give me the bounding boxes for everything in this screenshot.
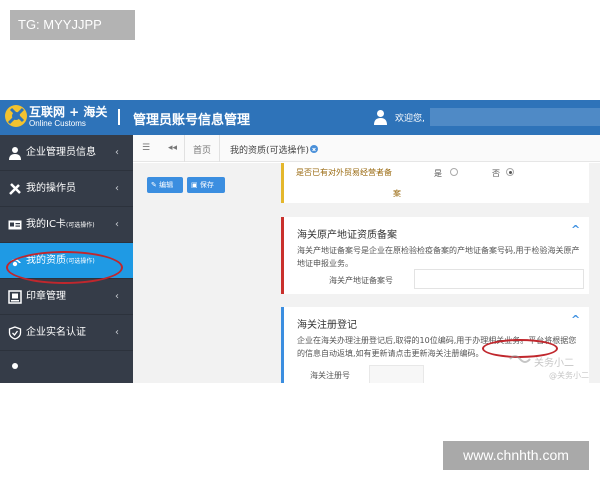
tab-bar: ☰ ◂◂ 首页 我的资质(可选操作)	[133, 135, 600, 162]
tab-home[interactable]: 首页	[193, 143, 211, 156]
logo-text-en: Online Customs	[29, 119, 86, 128]
radio-yes[interactable]	[450, 168, 458, 176]
chevron-up-icon[interactable]: ^	[571, 223, 580, 236]
sidebar-item-ic-card[interactable]: 我的IC卡(可选操作) ‹	[0, 207, 133, 243]
tools-icon	[9, 183, 21, 195]
tab-divider	[219, 135, 220, 162]
save-button[interactable]: ▣ 保存	[187, 177, 225, 193]
top-header: 互联网 + 海关 Online Customs 管理员账号信息管理 欢迎您,	[0, 100, 600, 135]
sidebar-item-admin-info[interactable]: 企业管理员信息 ‹	[0, 135, 133, 171]
origin-cert-input[interactable]	[414, 269, 584, 289]
radio-yes-label: 是	[434, 169, 442, 178]
watermark-handle: @关务小二	[549, 371, 589, 380]
welcome-text: 欢迎您,	[395, 114, 425, 124]
section-description: 海关产地证备案号是企业在原检验检疫备案的产地证备案号码,用于检验海关原产地证申报…	[297, 246, 580, 268]
sidebar-item-realname-auth[interactable]: 企业实名认证 ‹	[0, 315, 133, 351]
customs-emblem-icon	[5, 105, 27, 127]
section-title: 海关原产地证资质备案	[297, 230, 397, 241]
tab-qualification[interactable]: 我的资质(可选操作)	[230, 143, 309, 156]
sidebar-item-operators[interactable]: 我的操作员 ‹	[0, 171, 133, 207]
save-icon: ▣	[191, 181, 198, 189]
watermark-logo-icon	[509, 355, 531, 363]
sidebar-item-label: 我的IC卡	[26, 219, 66, 230]
origin-cert-label: 海关产地证备案号	[329, 276, 393, 285]
customs-reg-label: 海关注册号	[310, 371, 350, 380]
chevron-up-icon[interactable]: ^	[571, 313, 580, 326]
user-avatar-icon[interactable]	[373, 109, 388, 125]
header-divider	[118, 109, 120, 125]
chevron-left-icon: ‹	[115, 327, 119, 338]
sidebar-item-label: 我的操作员	[26, 183, 76, 194]
username-redacted	[430, 108, 600, 126]
chevron-left-icon: ‹	[115, 183, 119, 194]
sidebar-item-label: 企业管理员信息	[26, 147, 96, 158]
tab-divider	[184, 135, 185, 162]
annotation-ellipse	[6, 251, 123, 284]
foreign-trade-question-cont: 案	[393, 189, 401, 198]
edit-icon: ✎	[151, 181, 157, 189]
radio-no[interactable]	[506, 168, 514, 176]
chevron-left-icon: ‹	[115, 291, 119, 302]
edit-button[interactable]: ✎ 编辑	[147, 177, 183, 193]
site-badge: www.chnhth.com	[443, 441, 589, 470]
user-icon	[9, 147, 21, 160]
sidebar-item-label: 企业实名认证	[26, 327, 86, 338]
menu-toggle-icon[interactable]: ☰	[142, 143, 150, 153]
close-tab-icon[interactable]	[310, 145, 318, 153]
radio-no-label: 否	[492, 169, 500, 178]
double-chevron-left-icon[interactable]: ◂◂	[168, 143, 177, 153]
sidebar-item-label: 印章管理	[26, 291, 66, 302]
logo-text-cn: 互联网 + 海关	[29, 105, 108, 119]
shield-icon	[8, 326, 22, 340]
sidebar-item-more[interactable]	[0, 351, 133, 383]
tag-badge: TG: MYYJJPP	[10, 10, 135, 40]
chevron-left-icon: ‹	[115, 147, 119, 158]
user-icon	[12, 363, 18, 369]
foreign-trade-question: 是否已有对外贸易经营者备	[296, 168, 392, 177]
section-title: 海关注册登记	[297, 320, 357, 331]
sidebar-item-seal-management[interactable]: 印章管理 ‹	[0, 279, 133, 315]
foreign-trade-panel: 是否已有对外贸易经营者备 案 是 否	[281, 163, 589, 203]
watermark-text: 关务小二	[534, 358, 574, 369]
sidebar-item-sublabel: (可选操作)	[65, 222, 95, 229]
screenshot-frame: 互联网 + 海关 Online Customs 管理员账号信息管理 欢迎您, 企…	[0, 100, 600, 383]
customs-reg-input[interactable]	[369, 365, 424, 383]
origin-cert-panel: 海关原产地证资质备案 ^ 海关产地证备案号是企业在原检验检疫备案的产地证备案号码…	[281, 217, 589, 294]
page-title: 管理员账号信息管理	[133, 113, 251, 128]
save-button-label: 保存	[199, 181, 214, 189]
id-card-icon	[8, 220, 22, 230]
edit-button-label: 编辑	[159, 181, 174, 189]
stamp-icon	[8, 290, 22, 304]
chevron-left-icon: ‹	[115, 219, 119, 230]
